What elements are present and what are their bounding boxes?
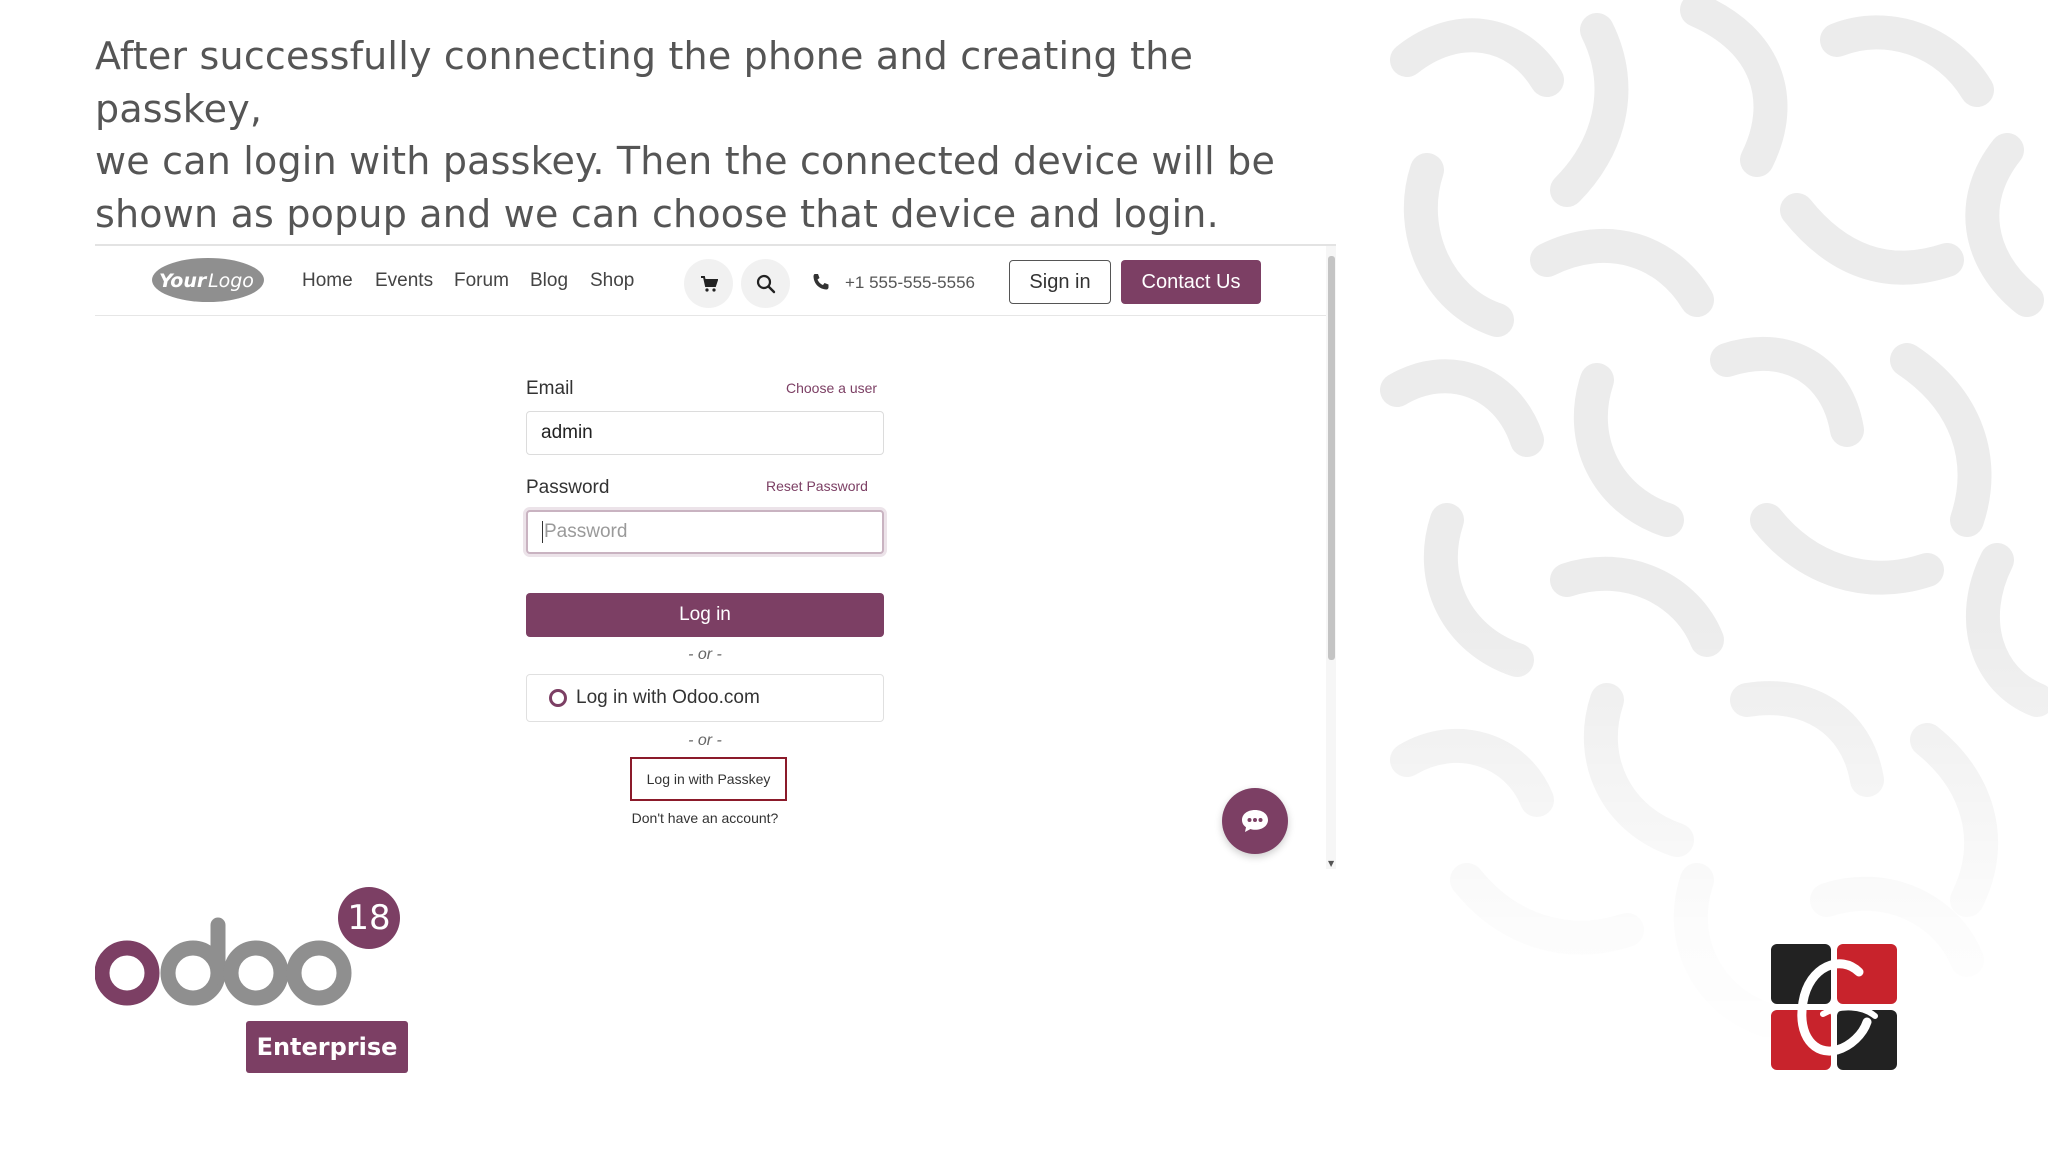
nav-link-events[interactable]: Events [375,270,433,292]
chat-bubble-icon [1242,810,1268,832]
odoo-circle-icon [549,689,567,707]
live-chat-button[interactable] [1222,788,1288,854]
nav-link-home[interactable]: Home [302,270,353,292]
odoo-login-label: Log in with Odoo.com [576,687,760,708]
cart-icon [700,275,718,292]
email-input[interactable]: admin [526,411,884,455]
passkey-login-button[interactable]: Log in with Passkey [630,757,787,801]
scroll-down-arrow-icon[interactable]: ▼ [1328,859,1334,868]
svg-text:Logo: Logo [208,270,254,292]
phone-icon [813,274,829,290]
search-icon [756,274,775,293]
nav-link-blog[interactable]: Blog [530,270,568,292]
sign-in-button[interactable]: Sign in [1009,260,1111,304]
slide: After successfully connecting the phone … [0,0,2048,1152]
enterprise-badge: Enterprise [246,1021,408,1073]
cart-button[interactable] [684,259,733,308]
or-separator: - or - [688,646,722,663]
headline-line-3: shown as popup and we can choose that de… [95,191,1219,236]
headline-line-1: After successfully connecting the phone … [95,34,1194,131]
log-in-button[interactable]: Log in [526,593,884,637]
version-badge: 18 [338,887,400,949]
scrollbar-thumb[interactable] [1328,256,1335,660]
email-label: Email [526,378,574,399]
nav-link-shop[interactable]: Shop [590,270,634,292]
search-button[interactable] [741,259,790,308]
text-caret [542,521,543,543]
company-logo [1771,944,1897,1070]
your-logo[interactable]: Your Logo [151,256,266,304]
website-login-page: Your Logo Home Events Forum Blog Shop +1… [95,244,1336,869]
pattern-fade-overlay [1367,0,2048,1080]
website-navbar: Your Logo Home Events Forum Blog Shop +1… [95,246,1326,316]
password-label: Password [526,477,610,498]
or-separator-2: - or - [688,732,722,749]
headline: After successfully connecting the phone … [95,30,1335,240]
contact-us-button[interactable]: Contact Us [1121,260,1261,304]
nav-link-forum[interactable]: Forum [454,270,509,292]
password-input[interactable]: Password [526,510,884,554]
headline-line-2: we can login with passkey. Then the conn… [95,139,1276,183]
signup-link[interactable]: Don't have an account? [526,810,884,826]
svg-text:Your: Your [159,270,208,292]
choose-user-link[interactable]: Choose a user [786,380,877,396]
odoo-com-login-button[interactable]: Log in with Odoo.com [526,674,884,722]
reset-password-link[interactable]: Reset Password [766,478,868,494]
password-placeholder: Password [544,521,628,542]
phone-number[interactable]: +1 555-555-5556 [845,273,975,293]
